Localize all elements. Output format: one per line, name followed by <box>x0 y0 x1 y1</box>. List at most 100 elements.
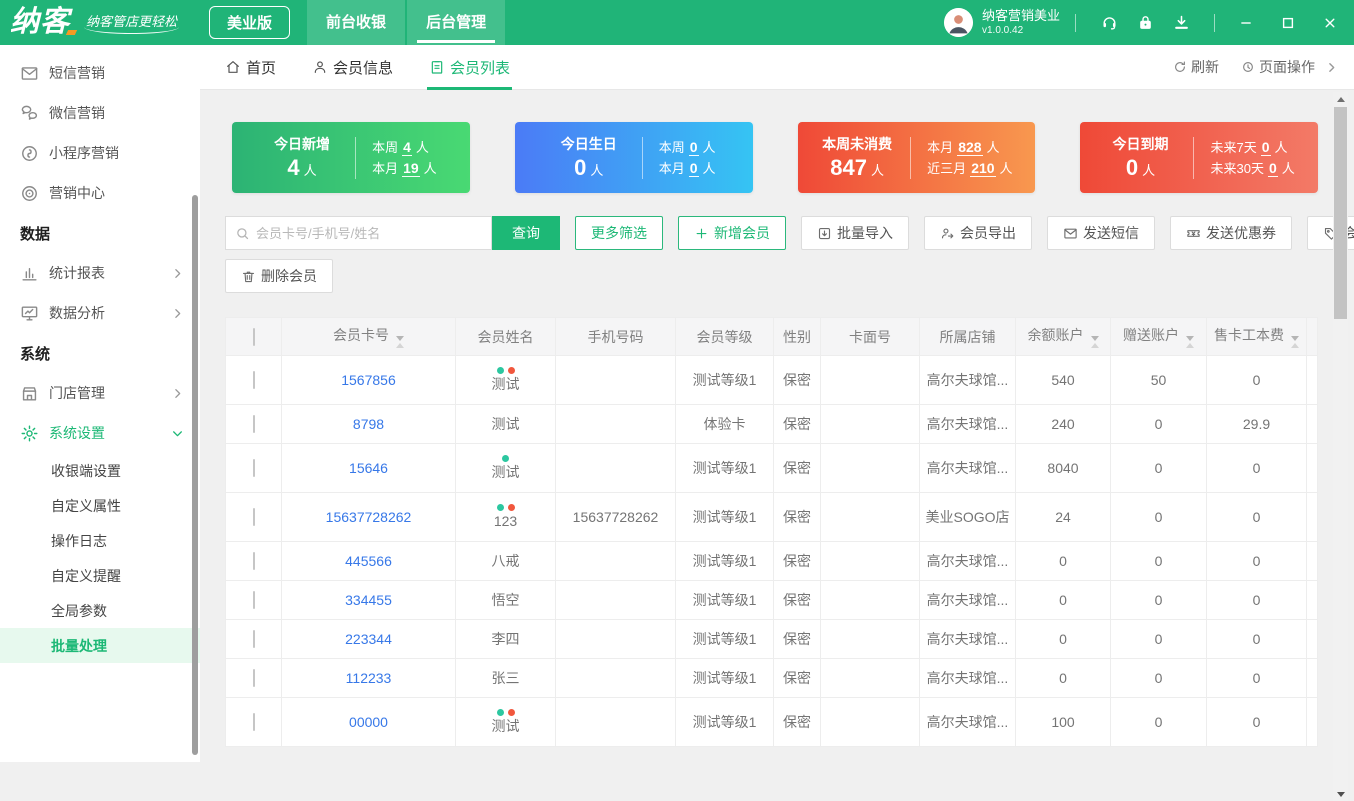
scroll-down-icon[interactable] <box>1333 787 1348 801</box>
sidebar-section-label: 系统 <box>20 345 51 363</box>
sidebar-item[interactable]: 营销中心 <box>0 173 200 213</box>
toolbar-button-5[interactable]: 发送优惠券 <box>1170 216 1292 250</box>
member-name: 张三 <box>491 669 520 686</box>
sidebar-scrollbar-thumb[interactable] <box>192 195 198 755</box>
sidebar-item[interactable]: 门店管理 <box>0 373 200 413</box>
stat-detail-value[interactable]: 0 <box>1260 138 1271 156</box>
stat-detail-value[interactable]: 4 <box>402 138 412 156</box>
scroll-up-icon[interactable] <box>1333 92 1348 106</box>
member-card-link[interactable]: 15637728262 <box>326 509 412 525</box>
sidebar-item[interactable]: 系统设置 <box>0 413 200 453</box>
member-card-link[interactable]: 334455 <box>345 592 392 608</box>
content-scrollbar[interactable] <box>1333 92 1348 801</box>
close-button[interactable] <box>1314 9 1346 37</box>
sms-icon <box>20 64 39 83</box>
topnav-tab-backend[interactable]: 后台管理 <box>407 0 506 45</box>
cell-gender: 保密 <box>783 509 811 525</box>
row-checkbox[interactable] <box>252 415 255 433</box>
toolbar-button-2[interactable]: 批量导入 <box>801 216 909 250</box>
maximize-button[interactable] <box>1272 9 1304 37</box>
stat-detail-value[interactable]: 19 <box>402 159 420 177</box>
row-checkbox[interactable] <box>252 713 255 731</box>
lock-icon[interactable] <box>1132 10 1158 36</box>
stat-detail-value[interactable]: 0 <box>688 138 699 156</box>
sidebar-subitem[interactable]: 批量处理 <box>0 628 200 663</box>
cell-level: 测试等级1 <box>692 460 757 476</box>
status-dot-red <box>507 367 515 374</box>
row-checkbox[interactable] <box>252 591 255 609</box>
sidebar-subitem[interactable]: 自定义属性 <box>0 488 200 523</box>
cell-gender: 保密 <box>783 460 811 476</box>
list-icon <box>429 59 445 75</box>
delete-member-button[interactable]: 删除会员 <box>225 259 333 293</box>
sidebar-subitem[interactable]: 收银端设置 <box>0 453 200 488</box>
cell-store: 高尔夫球馆... <box>926 416 1009 432</box>
sidebar-subitem[interactable]: 自定义提醒 <box>0 558 200 593</box>
sidebar-item-label: 门店管理 <box>49 385 105 401</box>
sidebar-item[interactable]: 短信营销 <box>0 53 200 93</box>
cell-level: 测试等级1 <box>692 592 757 608</box>
sidebar-section-label: 数据 <box>20 225 51 243</box>
user-info[interactable]: 纳客营销美业 v1.0.0.42 <box>943 8 1060 38</box>
customer-service-icon[interactable] <box>1096 10 1122 36</box>
window-controls <box>1230 9 1346 37</box>
column-header[interactable]: 余额账户 <box>1015 317 1111 356</box>
member-name: 悟空 <box>491 591 520 608</box>
member-name: 八戒 <box>491 552 520 569</box>
page-actions-button[interactable]: 页面操作 <box>1241 57 1315 77</box>
member-card-link[interactable]: 1567856 <box>341 372 396 388</box>
member-card-link[interactable]: 445566 <box>345 553 392 569</box>
row-checkbox[interactable] <box>252 459 255 477</box>
row-checkbox[interactable] <box>252 669 255 687</box>
sort-icon[interactable] <box>1291 336 1299 348</box>
row-checkbox[interactable] <box>252 508 255 526</box>
search-button[interactable]: 查询 <box>492 216 560 250</box>
stat-detail-value[interactable]: 0 <box>688 159 699 177</box>
sidebar-subitem[interactable]: 全局参数 <box>0 593 200 628</box>
minimize-button[interactable] <box>1230 9 1262 37</box>
mail-icon <box>1063 226 1078 241</box>
sort-icon[interactable] <box>1186 336 1194 348</box>
member-card-link[interactable]: 15646 <box>349 460 388 476</box>
report-icon <box>20 264 39 283</box>
download-icon[interactable] <box>1168 10 1194 36</box>
sidebar-item[interactable]: 统计报表 <box>0 253 200 293</box>
sidebar-subitem[interactable]: 操作日志 <box>0 523 200 558</box>
refresh-button[interactable]: 刷新 <box>1173 57 1219 77</box>
scrollbar-thumb[interactable] <box>1334 107 1347 319</box>
column-header: 手机号码 <box>555 317 676 356</box>
column-header[interactable]: 赠送账户 <box>1110 317 1207 356</box>
stat-detail-value[interactable]: 0 <box>1267 159 1278 177</box>
tab-member-list[interactable]: 会员列表 <box>427 45 513 90</box>
sidebar-item[interactable]: 小程序营销 <box>0 133 200 173</box>
cell-balance: 240 <box>1051 416 1075 432</box>
tab-home[interactable]: 首页 <box>225 45 276 90</box>
stat-detail-value[interactable]: 828 <box>957 138 983 156</box>
member-card-link[interactable]: 00000 <box>349 714 388 730</box>
column-header[interactable]: 售卡工本费 <box>1206 317 1307 356</box>
column-header[interactable]: 会员卡号 <box>281 317 456 356</box>
row-checkbox[interactable] <box>252 552 255 570</box>
topnav-tab-cashier[interactable]: 前台收银 <box>307 0 406 45</box>
stat-detail-value[interactable]: 210 <box>970 159 996 177</box>
sort-icon[interactable] <box>1090 336 1099 348</box>
member-card-link[interactable]: 112233 <box>346 670 392 686</box>
toolbar-button-1[interactable]: 新增会员 <box>678 216 786 250</box>
row-checkbox[interactable] <box>252 371 255 389</box>
row-checkbox[interactable] <box>252 630 255 648</box>
tab-member-info[interactable]: 会员信息 <box>312 45 393 90</box>
toolbar-button-4[interactable]: 发送短信 <box>1047 216 1155 250</box>
member-card-link[interactable]: 223344 <box>345 631 392 647</box>
cell-fee: 0 <box>1252 553 1261 569</box>
tab-overflow-chevron-icon[interactable] <box>1325 61 1338 74</box>
search-input[interactable] <box>256 225 491 241</box>
select-all-checkbox[interactable] <box>252 327 255 346</box>
toolbar-button-0[interactable]: 更多筛选 <box>575 216 663 250</box>
sidebar-item[interactable]: 数据分析 <box>0 293 200 333</box>
avatar <box>943 8 973 37</box>
member-card-link[interactable]: 8798 <box>353 416 384 432</box>
sort-icon[interactable] <box>396 336 404 348</box>
toolbar-button-3[interactable]: 会员导出 <box>924 216 1032 250</box>
sidebar-item[interactable]: 微信营销 <box>0 93 200 133</box>
edition-badge[interactable]: 美业版 <box>209 6 291 39</box>
